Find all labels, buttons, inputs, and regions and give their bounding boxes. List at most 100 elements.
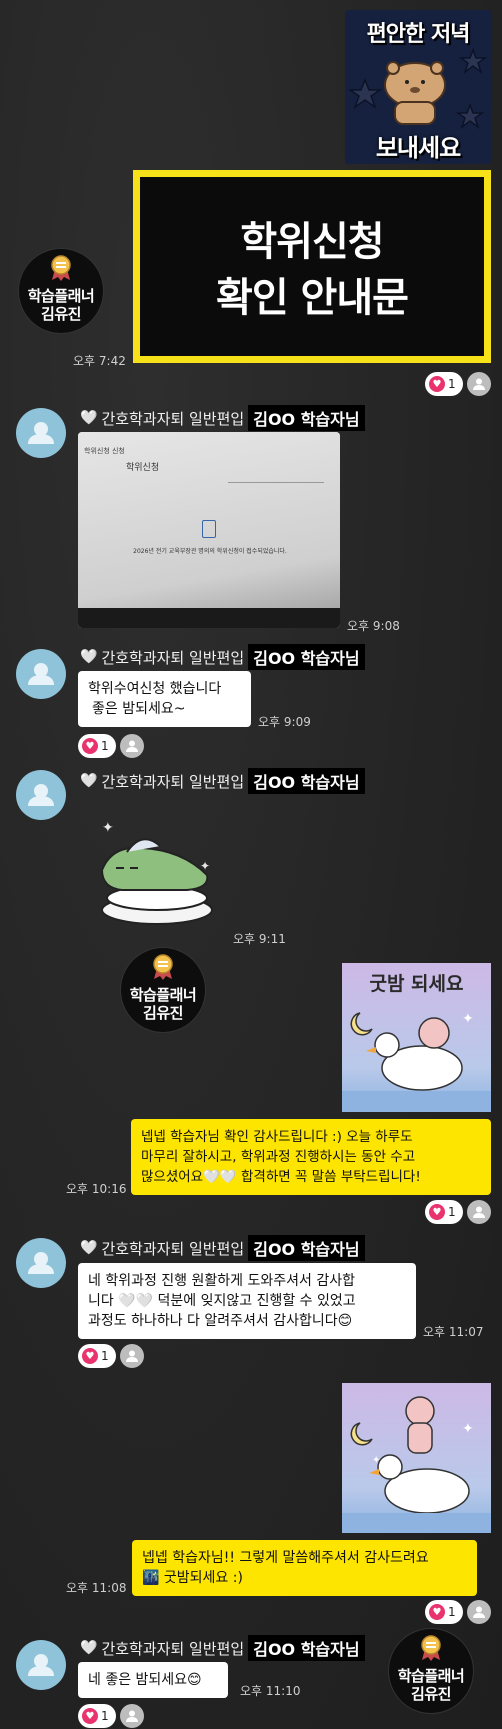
medal-icon	[51, 255, 71, 281]
notice-image[interactable]: 학위신청 확인 안내문	[133, 170, 491, 363]
svg-text:✦: ✦	[462, 1011, 474, 1027]
medal-icon	[153, 954, 173, 980]
white-heart-icon: 🤍	[80, 649, 98, 665]
sleeping-dino-sticker[interactable]: ✦ ✦	[92, 820, 222, 930]
sender-name: 김OO 학습자님	[248, 405, 365, 431]
learner-avatar[interactable]	[16, 1238, 66, 1288]
sender-name-row: 🤍 간호학과자퇴 일반편입 김OO 학습자님	[80, 768, 365, 794]
reaction-bar[interactable]: ♥ 1	[78, 1344, 144, 1368]
heart-icon: ♥	[429, 1604, 445, 1620]
sender-name-row: 🤍 간호학과자퇴 일반편입 김OO 학습자님	[80, 644, 365, 670]
white-heart-icon: 🤍	[80, 1640, 98, 1656]
photo-breadcrumb: 학위신청 신청	[84, 447, 125, 455]
heart-reaction[interactable]: ♥ 1	[78, 734, 116, 758]
photo-attachment[interactable]: 학위신청 신청 학위신청 2026년 전기 교육부장관 명의의 학위신청이 접수…	[78, 432, 340, 628]
message-bubble[interactable]: 넵넵 학습자님 확인 감사드립니다 :) 오늘 하루도 마무리 잘하시고, 학위…	[131, 1119, 491, 1195]
heart-icon: ♥	[82, 1348, 98, 1364]
message-bubble[interactable]: 학위수여신청 했습니다 좋은 밤되세요~	[78, 671, 251, 727]
message-line: 네 좋은 밤되세요😊	[88, 1672, 202, 1688]
heart-reaction[interactable]: ♥ 1	[425, 1600, 463, 1624]
planner-label-line1: 학습플래너	[27, 287, 95, 305]
planner-avatar[interactable]: 학습플래너 김유진	[388, 1628, 474, 1714]
notice-title-line2: 확인 안내문	[216, 275, 409, 321]
message-line: 학위수여신청 했습니다	[88, 681, 222, 697]
white-heart-icon: 🤍	[80, 1240, 98, 1256]
message-line: 넵넵 학습자님!! 그렇게 말씀해주셔서 감사드려요	[142, 1550, 429, 1566]
learner-avatar[interactable]	[16, 649, 66, 699]
heart-icon: ♥	[429, 1204, 445, 1220]
reaction-bar[interactable]: ♥ 1	[425, 1600, 491, 1624]
planner-label-line1: 학습플래너	[397, 1667, 465, 1685]
sender-name: 김OO 학습자님	[248, 1235, 365, 1261]
photo-stepper	[228, 482, 324, 483]
message-bubble[interactable]: 넵넵 학습자님!! 그렇게 말씀해주셔서 감사드려요 🌃 굿밤되세요 :)	[132, 1540, 477, 1596]
reaction-count: 1	[101, 1349, 109, 1363]
svg-text:✦: ✦	[200, 859, 210, 873]
message-bubble[interactable]: 네 좋은 밤되세요😊	[78, 1662, 228, 1698]
heart-reaction[interactable]: ♥ 1	[78, 1704, 116, 1728]
learner-avatar[interactable]	[16, 1640, 66, 1690]
planner-avatar[interactable]: 학습플래너 김유진	[18, 248, 104, 334]
sender-prefix: 간호학과자퇴 일반편입	[101, 772, 245, 791]
medal-icon	[421, 1635, 441, 1661]
message-time: 오후 9:08	[347, 619, 400, 633]
user-icon	[466, 1600, 491, 1624]
message-time: 오후 10:16	[66, 1182, 127, 1196]
goodnight-sticker[interactable]: 굿밤 되세요 ✦ ✦	[342, 963, 491, 1112]
good-evening-line1: 편안한 저녁	[366, 22, 471, 47]
notice-title-line1: 학위신청	[240, 219, 384, 265]
learner-avatar[interactable]	[16, 770, 66, 820]
sender-name: 김OO 학습자님	[248, 644, 365, 670]
user-icon	[119, 1344, 144, 1368]
document-check-icon	[202, 520, 216, 538]
message-line: 과정도 하나하나 다 알려주셔서 감사합니다😊	[88, 1313, 353, 1329]
message-line: 마무리 잘하시고, 학위과정 진행하시는 동안 수고	[141, 1149, 416, 1165]
sender-name-row: 🤍 간호학과자퇴 일반편입 김OO 학습자님	[80, 405, 365, 431]
message-line: 🌃 굿밤되세요 :)	[142, 1570, 243, 1586]
good-evening-image[interactable]: 편안한 저녁 보내세요	[345, 10, 491, 164]
person-silhouette-icon	[28, 1252, 54, 1274]
heart-icon: ♥	[82, 738, 98, 754]
reaction-bar[interactable]: ♥ 1	[425, 372, 491, 396]
duck-moon-illustration: ✦ ✦	[342, 1396, 491, 1533]
planner-label-line2: 김유진	[143, 1004, 183, 1022]
heart-reaction[interactable]: ♥ 1	[425, 1200, 463, 1224]
sparkle-icon: ✦	[102, 820, 114, 836]
reaction-count: 1	[448, 1205, 456, 1219]
sender-name-row: 🤍 간호학과자퇴 일반편입 김OO 학습자님	[80, 1235, 365, 1261]
reaction-bar[interactable]: ♥ 1	[425, 1200, 491, 1224]
message-line: 많으셨어요🤍🤍 합격하면 꼭 말씀 부탁드립니다!	[141, 1169, 421, 1185]
message-time: 오후 11:08	[66, 1581, 127, 1595]
reaction-count: 1	[448, 1605, 456, 1619]
user-icon	[466, 372, 491, 396]
reaction-count: 1	[101, 1709, 109, 1723]
sender-prefix: 간호학과자퇴 일반편입	[101, 1239, 245, 1258]
person-silhouette-icon	[28, 422, 54, 444]
planner-label-line1: 학습플래너	[129, 986, 197, 1004]
white-heart-icon: 🤍	[80, 773, 98, 789]
duck-moon-illustration: ✦ ✦	[342, 1011, 491, 1112]
message-time: 오후 11:10	[240, 1684, 301, 1698]
message-time: 오후 9:09	[258, 715, 311, 729]
planner-avatar[interactable]: 학습플래너 김유진	[120, 947, 206, 1033]
goodnight-sticker-text: 굿밤 되세요	[369, 973, 464, 995]
heart-reaction[interactable]: ♥ 1	[78, 1344, 116, 1368]
reaction-count: 1	[448, 377, 456, 391]
message-time: 오후 7:42	[73, 354, 126, 368]
reaction-bar[interactable]: ♥ 1	[78, 734, 144, 758]
photo-heading: 학위신청	[126, 463, 160, 473]
reaction-bar[interactable]: ♥ 1	[78, 1704, 144, 1728]
person-silhouette-icon	[28, 663, 54, 685]
person-silhouette-icon	[28, 1654, 54, 1676]
learner-avatar[interactable]	[16, 408, 66, 458]
user-icon	[119, 1704, 144, 1728]
reaction-count: 1	[101, 739, 109, 753]
duck-sticker[interactable]: ✦ ✦	[342, 1383, 491, 1533]
sender-prefix: 간호학과자퇴 일반편입	[101, 1639, 245, 1658]
svg-text:✦: ✦	[462, 1421, 474, 1437]
message-line: 넵넵 학습자님 확인 감사드립니다 :) 오늘 하루도	[141, 1129, 413, 1145]
user-icon	[466, 1200, 491, 1224]
message-bubble[interactable]: 네 학위과정 진행 원활하게 도와주셔서 감사합 니다 🤍🤍 덕분에 잊지않고 …	[78, 1263, 416, 1339]
photo-notice-text: 2026년 전기 교육부장관 명의의 학위신청이 접수되었습니다.	[133, 548, 287, 555]
heart-reaction[interactable]: ♥ 1	[425, 372, 463, 396]
